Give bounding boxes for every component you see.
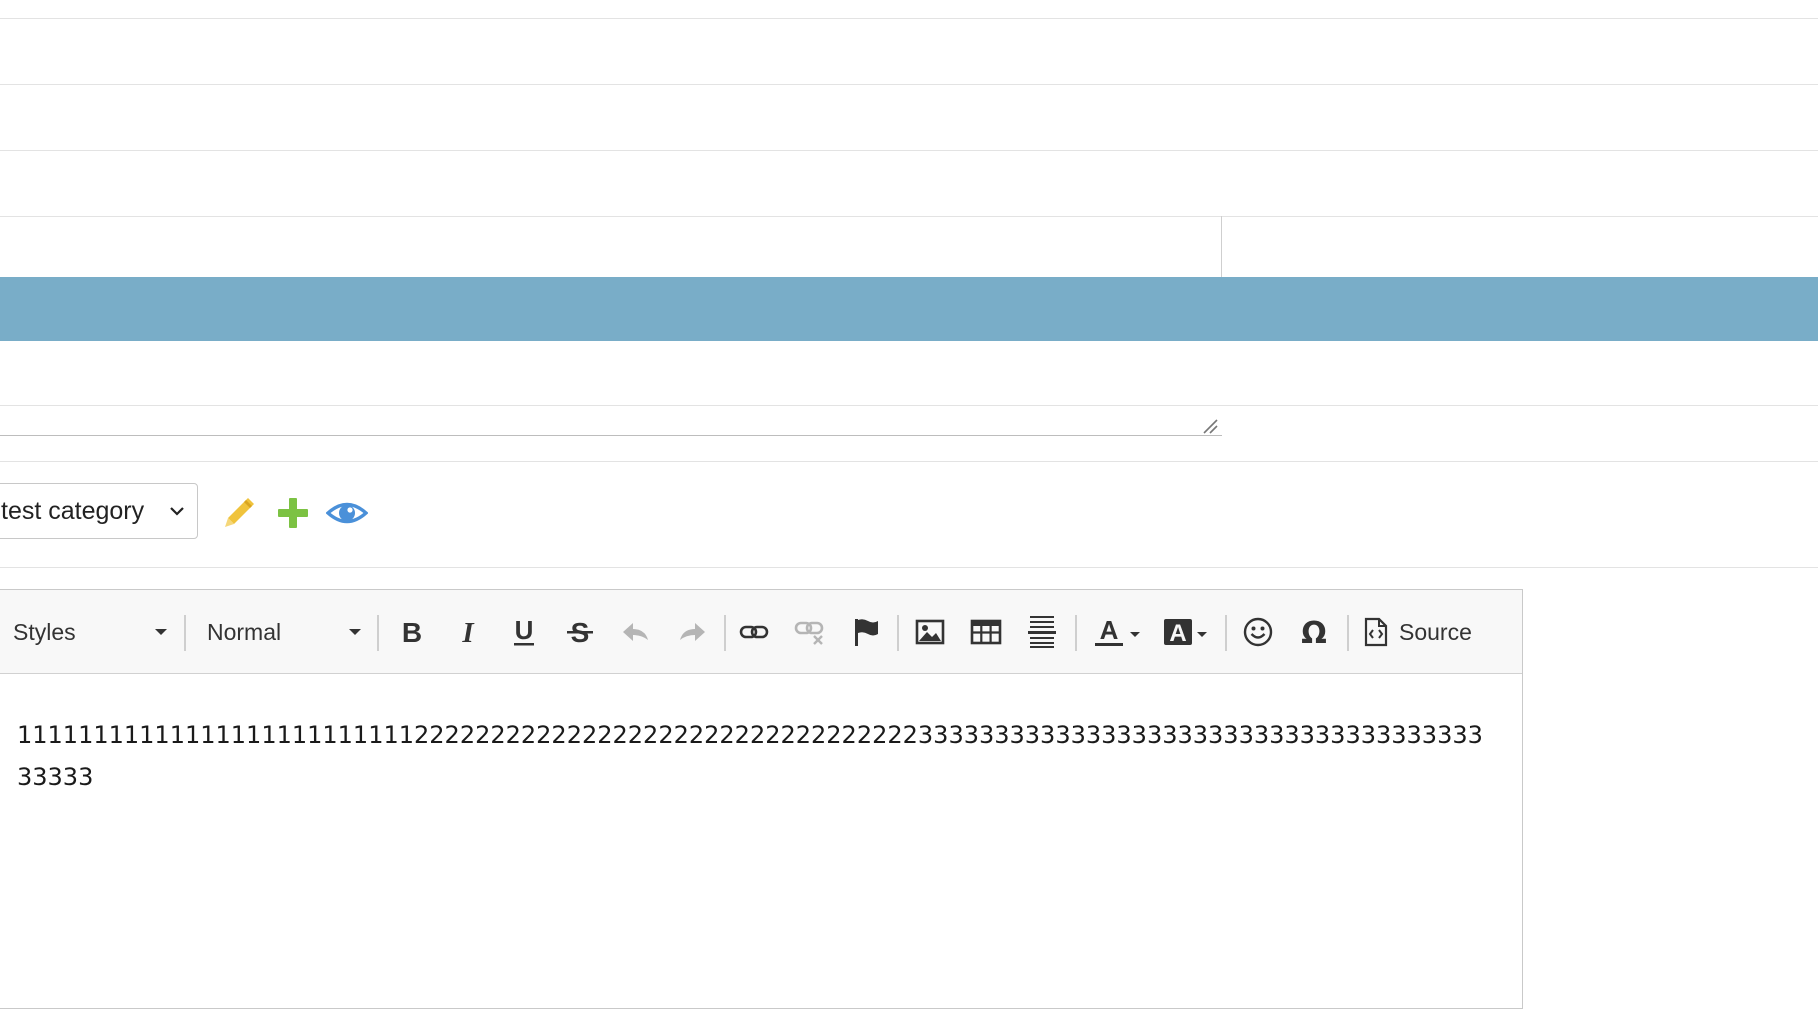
caret-down-icon — [1130, 631, 1140, 637]
toolbar-separator — [184, 615, 186, 651]
format-dropdown[interactable]: Normal — [207, 590, 361, 674]
row-divider — [0, 567, 1818, 568]
italic-icon: I — [461, 618, 475, 646]
row-divider — [0, 461, 1818, 462]
editor-content[interactable]: 1111111111111111111111111122222222222222… — [17, 714, 1497, 798]
table-icon — [970, 619, 1002, 645]
horizontal-rule-button[interactable] — [1021, 590, 1063, 674]
svg-text:I: I — [461, 618, 475, 646]
background-color-button[interactable]: A — [1157, 590, 1213, 674]
chevron-down-icon — [170, 507, 184, 516]
underline-button[interactable]: U — [503, 590, 545, 674]
text-color-button[interactable]: A — [1089, 590, 1145, 674]
unlink-icon — [794, 621, 824, 645]
unlink-button[interactable] — [789, 590, 831, 674]
row-divider — [0, 18, 1818, 19]
omega-icon: Ω — [1301, 617, 1327, 647]
redo-icon — [680, 623, 705, 641]
row-divider — [0, 84, 1818, 85]
source-icon — [1364, 617, 1388, 647]
link-icon — [739, 625, 769, 639]
smiley-button[interactable] — [1237, 590, 1279, 674]
toolbar-separator — [1225, 615, 1227, 651]
eye-icon[interactable] — [326, 494, 368, 532]
strikethrough-button[interactable]: S — [559, 590, 601, 674]
bold-button[interactable]: B — [391, 590, 433, 674]
svg-text:U: U — [515, 617, 534, 645]
flag-icon — [855, 619, 878, 646]
svg-text:A: A — [1169, 620, 1186, 647]
image-icon — [915, 619, 945, 645]
row-divider — [0, 405, 1818, 406]
caret-down-icon — [1197, 631, 1207, 637]
toolbar-separator — [377, 615, 379, 651]
smiley-icon — [1243, 617, 1273, 647]
redo-button[interactable] — [671, 590, 713, 674]
caret-down-icon — [155, 629, 167, 635]
toolbar-separator — [724, 615, 726, 651]
svg-text:B: B — [402, 618, 422, 646]
source-button[interactable]: Source — [1359, 590, 1494, 674]
toolbar-separator — [897, 615, 899, 651]
image-button[interactable] — [909, 590, 951, 674]
pencil-icon[interactable] — [220, 494, 258, 532]
svg-text:Ω: Ω — [1301, 617, 1327, 647]
textarea-bottom-edge — [0, 435, 1222, 436]
format-dropdown-label: Normal — [207, 618, 282, 645]
rich-text-editor: Styles Normal B I U S A A Ω Source 11111… — [0, 589, 1523, 1009]
row-divider — [0, 216, 1818, 217]
plus-icon[interactable] — [274, 494, 312, 532]
category-select[interactable]: test category — [0, 483, 198, 539]
horizontal-rule-icon — [1028, 616, 1056, 648]
undo-button[interactable] — [615, 590, 657, 674]
source-button-label: Source — [1399, 618, 1472, 645]
italic-button[interactable]: I — [447, 590, 489, 674]
bold-icon: B — [402, 618, 422, 646]
svg-text:A: A — [1100, 617, 1119, 645]
background-color-icon: A — [1164, 619, 1192, 647]
toolbar-separator — [1347, 615, 1349, 651]
special-char-button[interactable]: Ω — [1293, 590, 1335, 674]
strikethrough-icon: S — [567, 617, 593, 647]
underline-icon: U — [514, 617, 534, 646]
row-divider — [0, 150, 1818, 151]
styles-dropdown[interactable]: Styles — [13, 590, 167, 674]
table-button[interactable] — [965, 590, 1007, 674]
anchor-button[interactable] — [845, 590, 887, 674]
caret-down-icon — [349, 629, 361, 635]
category-select-value: test category — [1, 496, 145, 525]
styles-dropdown-label: Styles — [13, 618, 76, 645]
link-button[interactable] — [733, 590, 775, 674]
editor-toolbar: Styles Normal B I U S A A Ω Source — [0, 590, 1522, 674]
toolbar-separator — [1075, 615, 1077, 651]
column-divider — [1221, 216, 1222, 277]
highlight-band — [0, 277, 1818, 341]
resize-handle-icon[interactable] — [1200, 416, 1218, 434]
text-color-icon: A — [1095, 617, 1123, 646]
undo-icon — [623, 623, 648, 641]
